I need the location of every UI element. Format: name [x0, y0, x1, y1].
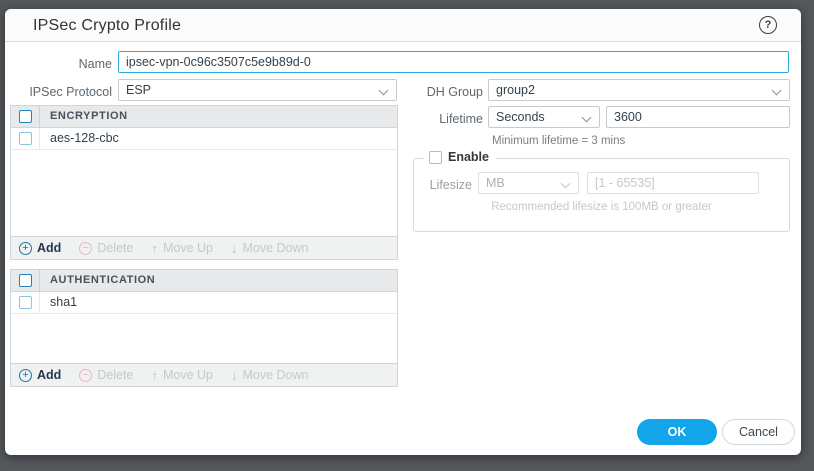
- move-down-button: ↓ Move Down: [231, 241, 309, 256]
- authentication-column-header: AUTHENTICATION: [40, 270, 155, 291]
- authentication-row-label: sha1: [40, 292, 77, 313]
- authentication-toolbar: + Add − Delete ↑ Move Up ↓ Move Down: [11, 363, 397, 386]
- authentication-table: AUTHENTICATION sha1 + Add − Delete: [10, 269, 398, 387]
- move-up-icon: ↑: [151, 241, 158, 256]
- encryption-table-header: ENCRYPTION: [11, 106, 397, 128]
- move-up-button: ↑ Move Up: [151, 241, 213, 256]
- ipsec-crypto-profile-dialog: IPSec Crypto Profile ? Name IPSec Protoc…: [5, 9, 801, 455]
- delete-button-label: Delete: [97, 241, 133, 255]
- row-checkbox-cell: [11, 292, 40, 313]
- dh-group-value: group2: [496, 83, 535, 97]
- add-button-label: Add: [37, 241, 61, 255]
- cancel-button[interactable]: Cancel: [722, 419, 795, 445]
- encryption-column-header: ENCRYPTION: [40, 106, 128, 127]
- encryption-select-all-cell: [11, 106, 40, 127]
- lifetime-unit-value: Seconds: [496, 110, 545, 124]
- encryption-toolbar: + Add − Delete ↑ Move Up ↓ Move Down: [11, 236, 397, 259]
- encryption-row-label: aes-128-cbc: [40, 128, 119, 149]
- help-icon[interactable]: ?: [759, 16, 777, 34]
- delete-icon: −: [79, 369, 92, 382]
- authentication-table-empty-area: [11, 314, 397, 363]
- modal-backdrop: IPSec Crypto Profile ? Name IPSec Protoc…: [0, 0, 814, 471]
- dialog-header: IPSec Crypto Profile ?: [5, 9, 801, 42]
- row-checkbox[interactable]: [19, 132, 32, 145]
- ipsec-protocol-select[interactable]: ESP: [118, 79, 397, 101]
- encryption-select-all-checkbox[interactable]: [19, 110, 32, 123]
- encryption-table: ENCRYPTION aes-128-cbc + Add − Delete: [10, 105, 398, 260]
- enable-legend: Enable: [424, 150, 496, 164]
- dialog-title: IPSec Crypto Profile: [33, 9, 181, 42]
- table-row[interactable]: aes-128-cbc: [11, 128, 397, 150]
- ipsec-protocol-label: IPSec Protocol: [5, 81, 112, 103]
- enable-checkbox[interactable]: [429, 151, 442, 164]
- delete-button-label: Delete: [97, 368, 133, 382]
- row-checkbox[interactable]: [19, 296, 32, 309]
- authentication-select-all-cell: [11, 270, 40, 291]
- name-input[interactable]: [118, 51, 789, 73]
- move-down-button-label: Move Down: [242, 368, 308, 382]
- move-up-icon: ↑: [151, 368, 158, 383]
- add-icon: +: [19, 242, 32, 255]
- lifesize-unit-select: MB: [478, 172, 579, 194]
- lifetime-value-input[interactable]: [606, 106, 790, 128]
- ipsec-protocol-value: ESP: [126, 83, 151, 97]
- dh-group-select[interactable]: group2: [488, 79, 790, 101]
- chevron-down-icon: [772, 86, 782, 96]
- lifetime-hint: Minimum lifetime = 3 mins: [492, 135, 625, 147]
- delete-button: − Delete: [79, 241, 133, 255]
- name-label: Name: [5, 53, 112, 75]
- chevron-down-icon: [561, 179, 571, 189]
- ok-button[interactable]: OK: [637, 419, 717, 445]
- enable-label: Enable: [448, 150, 489, 164]
- add-button[interactable]: + Add: [19, 368, 61, 382]
- row-checkbox-cell: [11, 128, 40, 149]
- move-down-button-label: Move Down: [242, 241, 308, 255]
- authentication-table-header: AUTHENTICATION: [11, 270, 397, 292]
- move-down-button: ↓ Move Down: [231, 368, 309, 383]
- delete-button: − Delete: [79, 368, 133, 382]
- lifesize-value-input: [587, 172, 759, 194]
- encryption-table-empty-area: [11, 150, 397, 236]
- move-up-button: ↑ Move Up: [151, 368, 213, 383]
- move-down-icon: ↓: [231, 368, 238, 383]
- lifesize-unit-value: MB: [486, 176, 505, 190]
- table-row[interactable]: sha1: [11, 292, 397, 314]
- dh-group-label: DH Group: [375, 81, 483, 103]
- lifesize-hint: Recommended lifesize is 100MB or greater: [413, 201, 790, 213]
- move-down-icon: ↓: [231, 241, 238, 256]
- delete-icon: −: [79, 242, 92, 255]
- chevron-down-icon: [582, 113, 592, 123]
- authentication-select-all-checkbox[interactable]: [19, 274, 32, 287]
- add-button-label: Add: [37, 368, 61, 382]
- lifetime-unit-select[interactable]: Seconds: [488, 106, 600, 128]
- move-up-button-label: Move Up: [163, 241, 213, 255]
- move-up-button-label: Move Up: [163, 368, 213, 382]
- add-icon: +: [19, 369, 32, 382]
- add-button[interactable]: + Add: [19, 241, 61, 255]
